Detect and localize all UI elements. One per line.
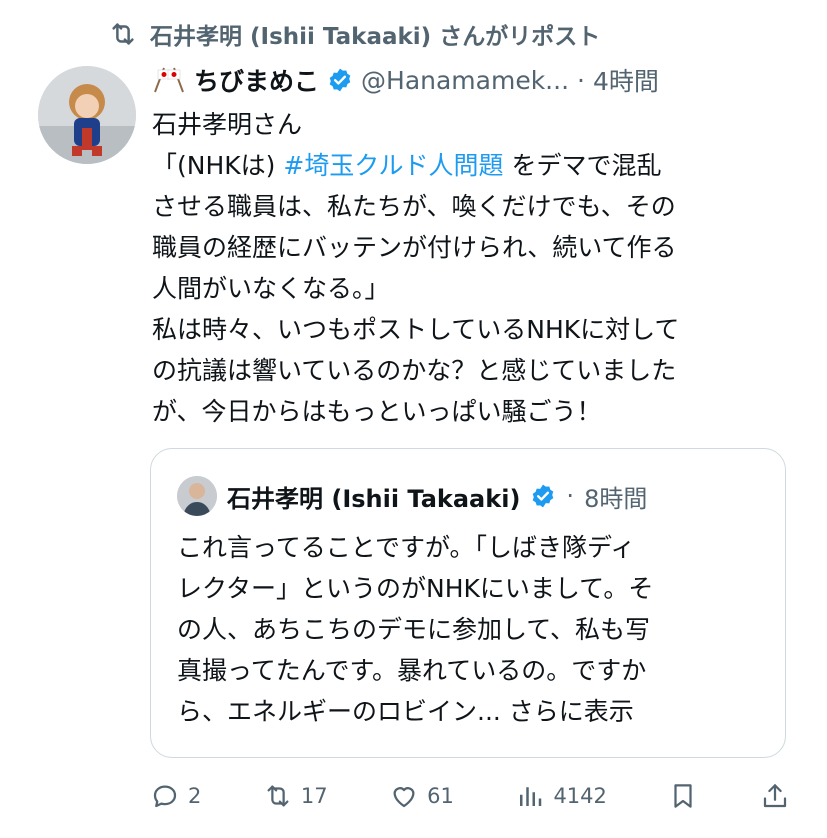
bookmark-button[interactable] [668, 781, 698, 811]
hashtag-link[interactable]: #埼玉クルド人問題 [283, 151, 503, 180]
share-icon [763, 784, 787, 808]
reply-button[interactable]: 2 [150, 781, 201, 811]
avatar[interactable] [38, 66, 136, 164]
separator-dot: · [566, 482, 575, 510]
post-line: が、今日からはもっといっぱい騒ごう！ [152, 397, 602, 426]
post-line: 職員の経歴にバッテンが付けられ、続いて作る [152, 233, 677, 262]
repost-count: 17 [300, 784, 328, 808]
like-count: 61 [427, 784, 454, 808]
views-button[interactable]: 4142 [515, 781, 607, 811]
post-line: 「(NHKは) #埼玉クルド人問題 をデマで混乱 [152, 151, 662, 180]
like-button[interactable]: 61 [389, 781, 454, 811]
quote-author-name[interactable]: 石井孝明 (Ishii Takaaki) [227, 479, 520, 514]
verified-badge-icon [533, 484, 554, 508]
japan-flags-icon [154, 67, 184, 93]
verified-badge-icon [329, 68, 351, 92]
post-line: 人間がいなくなる。」 [152, 274, 390, 303]
quote-line: 真撮ってたんです。暴れているの。ですか [177, 656, 647, 685]
action-bar: 2 17 61 4142 [150, 772, 790, 820]
quote-line: ら、エネルギーのロビイン... さらに表示 [177, 697, 634, 726]
quote-line: レクター」というのがNHKにいまして。そ [177, 574, 654, 603]
post-line: 私は時々、いつもポストしているNHKに対して [152, 315, 680, 344]
views-chart-icon [520, 787, 542, 806]
reply-count: 2 [188, 784, 202, 808]
reply-icon [153, 785, 177, 808]
share-button[interactable] [760, 781, 790, 811]
quote-body: これ言ってることですが。「しばき隊ディ レクター」というのがNHKにいまして。そ… [177, 527, 767, 732]
separator-dot: · [577, 65, 585, 95]
author-name[interactable]: ちびまめこ [194, 62, 319, 98]
repost-button[interactable]: 17 [263, 781, 328, 811]
quote-time[interactable]: 8時間 [584, 479, 647, 514]
views-count: 4142 [553, 784, 607, 808]
bookmark-icon [674, 784, 693, 808]
post-line: の抗議は響いているのかな？と感じていました [152, 356, 677, 385]
repost-icon [112, 23, 134, 45]
quote-line: これ言ってることですが。「しばき隊ディ [177, 533, 636, 562]
repost-icon [267, 785, 289, 807]
quote-line: の人、あちこちのデモに参加して、私も写 [177, 615, 651, 644]
quoted-post[interactable]: 石井孝明 (Ishii Takaaki) · 8時間 これ言ってることですが。「… [150, 448, 786, 758]
repost-text: 石井孝明 (Ishii Takaaki) さんがリポスト [150, 24, 601, 50]
post-time[interactable]: 4時間 [593, 62, 659, 98]
author-handle[interactable]: @Hanamamek... [361, 66, 569, 95]
post-line: 石井孝明さん [152, 110, 303, 139]
post-header: ちびまめこ @Hanamamek... · 4時間 [152, 58, 807, 102]
quote-header: 石井孝明 (Ishii Takaaki) · 8時間 [177, 475, 647, 517]
post-body: 石井孝明さん 「(NHKは) #埼玉クルド人問題 をデマで混乱 させる職員は、私… [152, 104, 812, 432]
post-line: させる職員は、私たちが、喚くだけでも、その [152, 192, 676, 221]
quote-avatar [177, 476, 217, 516]
repost-indicator[interactable]: 石井孝明 (Ishii Takaaki) さんがリポスト [108, 16, 600, 52]
heart-icon [393, 787, 415, 808]
